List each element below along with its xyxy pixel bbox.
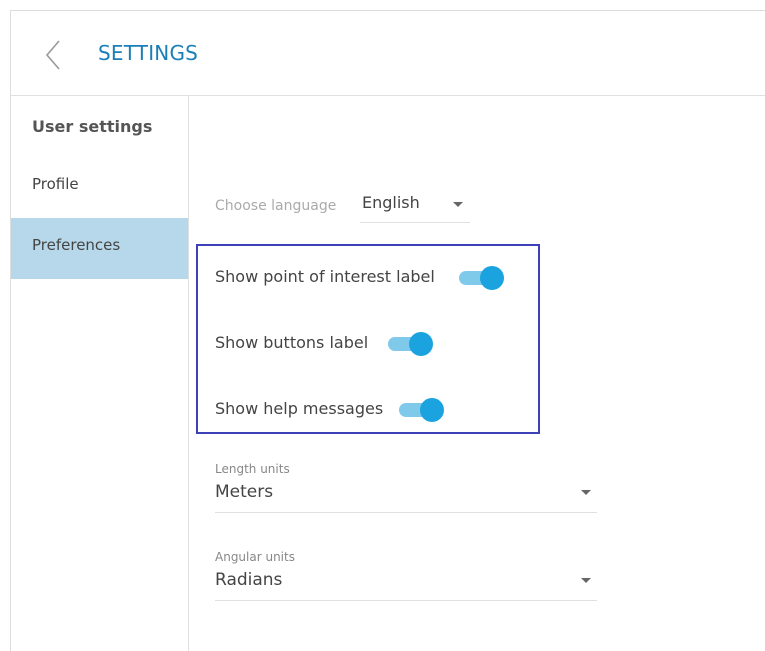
page-title: SETTINGS [98,41,199,65]
poi-label-toggle[interactable] [459,266,505,290]
sidebar-item-label: Profile [32,175,79,193]
language-label: Choose language [215,198,337,214]
toggle-thumb [480,266,504,290]
language-value: English [362,193,420,212]
back-button[interactable] [33,35,73,75]
length-units-value: Meters [215,482,274,502]
toggle-label: Show point of interest label [215,267,435,286]
sidebar-item-label: Preferences [32,236,121,254]
caret-down-icon [581,490,591,495]
sidebar-item-profile[interactable]: Profile [11,157,188,218]
language-select[interactable]: English [360,192,470,223]
toggle-label: Show help messages [215,399,384,418]
caret-down-icon [581,578,591,583]
toggle-thumb [420,398,444,422]
toggle-thumb [409,332,433,356]
length-units-label: Length units [215,462,290,476]
page: SETTINGS User settings Profile Preferenc… [0,0,765,651]
settings-window: SETTINGS User settings Profile Preferenc… [10,10,765,651]
length-units-select[interactable]: Length units Meters [215,462,597,513]
help-messages-toggle[interactable] [399,398,445,422]
toggle-label: Show buttons label [215,333,369,352]
sidebar-item-preferences[interactable]: Preferences [11,218,188,279]
header: SETTINGS [11,11,765,96]
caret-down-icon [453,202,463,207]
sidebar-heading: User settings [32,117,153,136]
angular-units-select[interactable]: Angular units Radians [215,550,597,601]
chevron-left-icon [45,40,60,70]
angular-units-value: Radians [215,570,283,590]
preferences-panel: Choose language English Show point of in… [189,96,765,651]
sidebar: User settings Profile Preferences [11,96,189,651]
angular-units-label: Angular units [215,550,295,564]
buttons-label-toggle[interactable] [388,332,434,356]
